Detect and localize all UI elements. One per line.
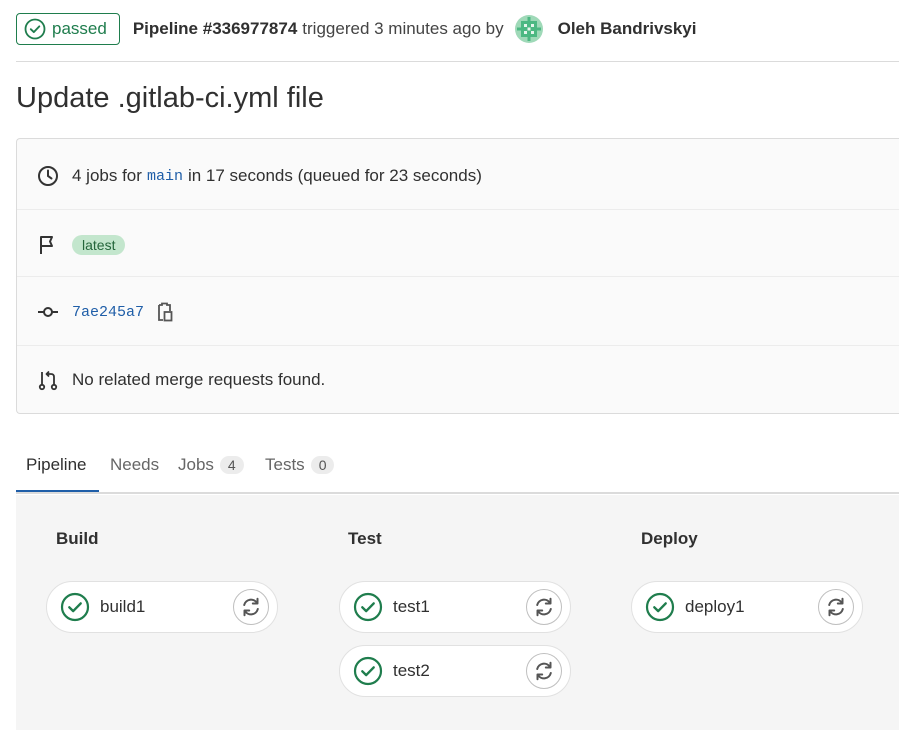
commit-icon bbox=[37, 301, 59, 323]
tab-needs[interactable]: Needs bbox=[110, 452, 159, 478]
status-label: passed bbox=[52, 19, 107, 38]
stage-title: Deploy bbox=[641, 529, 698, 548]
tag-info-row: latest bbox=[17, 232, 899, 258]
pipeline-summary: Pipeline #336977874 triggered 3 minutes … bbox=[132, 14, 697, 44]
tab-label: Jobs bbox=[178, 455, 214, 474]
retry-button[interactable] bbox=[818, 589, 854, 625]
duration-text: in 17 seconds (queued for 23 seconds) bbox=[187, 166, 482, 185]
job-name: build1 bbox=[100, 597, 146, 616]
job-test1[interactable]: test1 bbox=[339, 581, 571, 633]
job-deploy1[interactable]: deploy1 bbox=[631, 581, 863, 633]
pipeline-info-box: 4 jobs for main in 17 seconds (queued fo… bbox=[16, 138, 899, 414]
job-name: test1 bbox=[393, 597, 430, 616]
job-build1[interactable]: build1 bbox=[46, 581, 278, 633]
jobs-count-text: 4 jobs for bbox=[72, 166, 142, 185]
pipeline-graph: Build Test Deploy build1 test1 test2 dep… bbox=[16, 495, 899, 730]
pipeline-tabs: Pipeline Needs Jobs 4 Tests 0 bbox=[16, 440, 899, 494]
stage-title: Build bbox=[56, 529, 99, 548]
triggered-text: triggered 3 minutes ago by bbox=[302, 19, 504, 38]
tab-label: Tests bbox=[265, 455, 305, 474]
stage-title: Test bbox=[348, 529, 382, 548]
retry-icon bbox=[243, 597, 259, 617]
flag-icon bbox=[37, 234, 59, 256]
job-name: test2 bbox=[393, 661, 430, 680]
jobs-info-row: 4 jobs for main in 17 seconds (queued fo… bbox=[17, 163, 899, 189]
header-divider bbox=[16, 61, 899, 62]
retry-button[interactable] bbox=[526, 653, 562, 689]
author-link[interactable]: Oleh Bandrivskyi bbox=[558, 19, 697, 39]
tab-label: Pipeline bbox=[26, 455, 87, 474]
tab-tests[interactable]: Tests 0 bbox=[265, 452, 335, 478]
tab-label: Needs bbox=[110, 455, 160, 474]
row-divider bbox=[17, 345, 899, 346]
status-success-icon bbox=[353, 656, 383, 686]
retry-icon bbox=[828, 597, 844, 617]
merge-requests-text: No related merge requests found. bbox=[72, 370, 326, 389]
avatar[interactable] bbox=[514, 14, 544, 44]
tab-jobs[interactable]: Jobs 4 bbox=[178, 452, 244, 478]
status-success-icon bbox=[24, 18, 46, 40]
pipeline-header: passed Pipeline #336977874 triggered 3 m… bbox=[16, 12, 899, 46]
status-success-icon bbox=[645, 592, 675, 622]
status-success-icon bbox=[353, 592, 383, 622]
tests-count-badge: 0 bbox=[310, 456, 335, 474]
retry-icon bbox=[536, 597, 552, 617]
active-tab-indicator bbox=[16, 490, 99, 492]
commit-info-row: 7ae245a7 bbox=[17, 299, 899, 325]
clock-icon bbox=[37, 165, 59, 187]
latest-badge: latest bbox=[72, 235, 126, 255]
pipeline-id: Pipeline #336977874 bbox=[132, 19, 298, 38]
status-success-icon bbox=[60, 592, 90, 622]
merge-request-icon bbox=[37, 369, 59, 391]
row-divider bbox=[17, 209, 899, 210]
row-divider bbox=[17, 276, 899, 277]
tab-pipeline[interactable]: Pipeline bbox=[26, 452, 87, 478]
retry-button[interactable] bbox=[526, 589, 562, 625]
branch-link[interactable]: main bbox=[147, 168, 183, 185]
jobs-count-badge: 4 bbox=[219, 456, 244, 474]
merge-request-info-row: No related merge requests found. bbox=[17, 367, 899, 393]
commit-sha-link[interactable]: 7ae245a7 bbox=[72, 304, 144, 321]
page-title: Update .gitlab-ci.yml file bbox=[16, 82, 324, 114]
copy-icon[interactable] bbox=[156, 302, 174, 322]
retry-icon bbox=[536, 661, 552, 681]
status-badge[interactable]: passed bbox=[16, 13, 120, 45]
job-name: deploy1 bbox=[685, 597, 745, 616]
job-test2[interactable]: test2 bbox=[339, 645, 571, 697]
retry-button[interactable] bbox=[233, 589, 269, 625]
